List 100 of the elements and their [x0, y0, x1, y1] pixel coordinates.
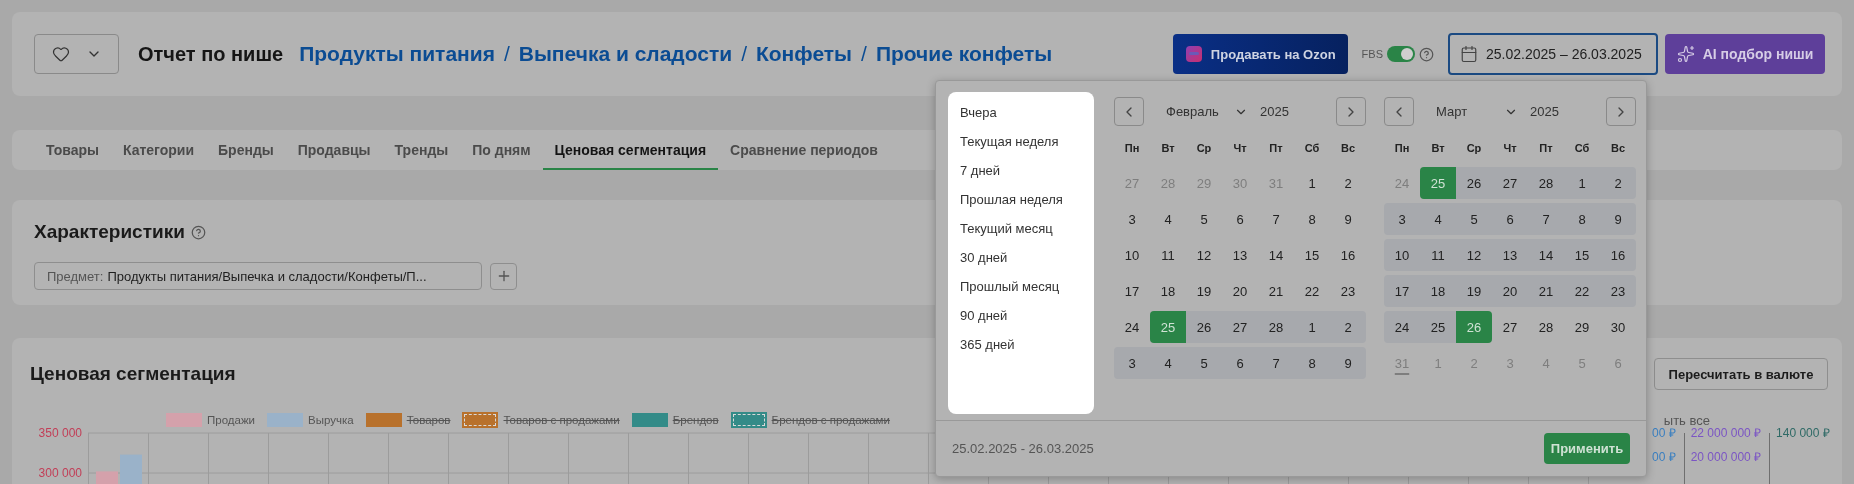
calendar-day[interactable]: 4 — [1420, 203, 1456, 235]
preset-option[interactable]: Прошлая неделя — [948, 185, 1094, 214]
calendar-day[interactable]: 15 — [1294, 239, 1330, 271]
calendar-day[interactable]: 14 — [1528, 239, 1564, 271]
calendar-day[interactable]: 6 — [1492, 203, 1528, 235]
calendar-day[interactable]: 8 — [1294, 203, 1330, 235]
calendar-day[interactable]: 26 — [1186, 311, 1222, 343]
calendar-day[interactable]: 30 — [1600, 311, 1636, 343]
calendar-day[interactable]: 9 — [1330, 203, 1366, 235]
breadcrumb-link[interactable]: Выпечка и сладости — [518, 42, 733, 66]
calendar-day[interactable]: 11 — [1150, 239, 1186, 271]
year-select[interactable]: 2025 — [1530, 104, 1559, 119]
calendar-day[interactable]: 9 — [1330, 347, 1366, 379]
calendar-day[interactable]: 27 — [1492, 167, 1528, 199]
calendar-day[interactable]: 26 — [1456, 167, 1492, 199]
date-range-input[interactable]: 25.02.2025 – 26.03.2025 — [1486, 46, 1646, 62]
ai-niche-button[interactable]: AI подбор ниши — [1665, 34, 1825, 74]
calendar-day[interactable]: 24 — [1114, 311, 1150, 343]
calendar-day[interactable]: 3 — [1384, 203, 1420, 235]
calendar-day[interactable]: 5 — [1186, 203, 1222, 235]
preset-option[interactable]: Прошлый месяц — [948, 272, 1094, 301]
fbs-toggle[interactable] — [1387, 46, 1415, 62]
calendar-day[interactable]: 28 — [1258, 311, 1294, 343]
tab[interactable]: Ценовая сегментация — [542, 130, 719, 170]
preset-option[interactable]: 7 дней — [948, 156, 1094, 185]
hide-all-link[interactable]: ыть все — [1663, 412, 1710, 428]
calendar-day[interactable]: 28 — [1528, 311, 1564, 343]
calendar-day[interactable]: 27 — [1222, 311, 1258, 343]
calendar-day[interactable]: 7 — [1528, 203, 1564, 235]
breadcrumb-link[interactable]: Конфеты — [755, 42, 853, 66]
convert-currency-button[interactable]: Пересчитать в валюте — [1654, 358, 1828, 390]
calendar-day[interactable]: 14 — [1258, 239, 1294, 271]
calendar-day[interactable]: 2 — [1330, 167, 1366, 199]
legend-item[interactable]: Продажи — [166, 413, 256, 427]
sell-on-ozon-button[interactable]: Продавать на Ozon — [1172, 34, 1348, 74]
help-icon[interactable] — [1419, 46, 1434, 62]
calendar-day[interactable]: 22 — [1564, 275, 1600, 307]
previous-month-button[interactable] — [1114, 97, 1144, 126]
calendar-day[interactable]: 25 — [1150, 311, 1186, 343]
month-select[interactable]: Февраль — [1166, 104, 1248, 119]
calendar-day[interactable]: 4 — [1150, 347, 1186, 379]
tab[interactable]: Сравнение периодов — [718, 130, 890, 170]
legend-item[interactable]: Товаров — [365, 413, 451, 427]
next-month-button[interactable] — [1336, 97, 1366, 126]
calendar-day[interactable]: 2 — [1600, 167, 1636, 199]
calendar-day[interactable]: 17 — [1114, 275, 1150, 307]
calendar-day[interactable]: 27 — [1492, 311, 1528, 343]
previous-month-button[interactable] — [1384, 97, 1414, 126]
calendar-day[interactable]: 18 — [1150, 275, 1186, 307]
calendar-day[interactable]: 2 — [1330, 311, 1366, 343]
calendar-day[interactable]: 22 — [1294, 275, 1330, 307]
calendar-day[interactable]: 5 — [1186, 347, 1222, 379]
calendar-day[interactable]: 3 — [1114, 203, 1150, 235]
calendar-day[interactable]: 16 — [1600, 239, 1636, 271]
calendar-day[interactable]: 21 — [1528, 275, 1564, 307]
calendar-day[interactable]: 13 — [1492, 239, 1528, 271]
calendar-day[interactable]: 28 — [1528, 167, 1564, 199]
calendar-day[interactable]: 3 — [1114, 347, 1150, 379]
preset-option[interactable]: 365 дней — [948, 330, 1094, 359]
calendar-day[interactable]: 23 — [1330, 275, 1366, 307]
calendar-day[interactable]: 1 — [1564, 167, 1600, 199]
legend-item[interactable]: Выручка — [267, 413, 354, 427]
calendar-day[interactable]: 4 — [1150, 203, 1186, 235]
calendar-day[interactable]: 23 — [1600, 275, 1636, 307]
help-icon[interactable] — [190, 224, 206, 240]
calendar-day[interactable]: 17 — [1384, 275, 1420, 307]
legend-item[interactable]: Брендов с продажами — [730, 412, 890, 428]
breadcrumb-link[interactable]: Прочие конфеты — [875, 42, 1053, 66]
calendar-day[interactable]: 9 — [1600, 203, 1636, 235]
preset-option[interactable]: Текущая неделя — [948, 127, 1094, 156]
date-range-field[interactable]: 25.02.2025 – 26.03.2025 — [1448, 33, 1658, 75]
calendar-day[interactable]: 24 — [1384, 311, 1420, 343]
tab[interactable]: Товары — [34, 130, 111, 170]
calendar-day[interactable]: 20 — [1492, 275, 1528, 307]
preset-option[interactable]: 30 дней — [948, 243, 1094, 272]
calendar-day[interactable]: 19 — [1186, 275, 1222, 307]
calendar-day[interactable]: 13 — [1222, 239, 1258, 271]
calendar-day[interactable]: 11 — [1420, 239, 1456, 271]
calendar-day[interactable]: 26 — [1456, 311, 1492, 343]
calendar-day[interactable]: 10 — [1114, 239, 1150, 271]
preset-option[interactable]: Текущий месяц — [948, 214, 1094, 243]
calendar-day[interactable]: 7 — [1258, 203, 1294, 235]
calendar-day[interactable]: 8 — [1564, 203, 1600, 235]
calendar-day[interactable]: 15 — [1564, 239, 1600, 271]
year-select[interactable]: 2025 — [1260, 104, 1289, 119]
calendar-day[interactable]: 20 — [1222, 275, 1258, 307]
calendar-day[interactable]: 5 — [1456, 203, 1492, 235]
calendar-day[interactable]: 1 — [1294, 167, 1330, 199]
next-month-button[interactable] — [1606, 97, 1636, 126]
favorite-button[interactable] — [34, 34, 119, 74]
calendar-day[interactable]: 12 — [1186, 239, 1222, 271]
add-filter-button[interactable] — [490, 262, 517, 290]
calendar-day[interactable]: 21 — [1258, 275, 1294, 307]
legend-item[interactable]: Брендов — [631, 413, 719, 427]
tab[interactable]: Продавцы — [285, 130, 383, 170]
calendar-day[interactable]: 19 — [1456, 275, 1492, 307]
month-select[interactable]: Март — [1436, 104, 1518, 119]
calendar-day[interactable]: 6 — [1222, 203, 1258, 235]
calendar-day[interactable]: 8 — [1294, 347, 1330, 379]
preset-option[interactable]: Вчера — [948, 98, 1094, 127]
